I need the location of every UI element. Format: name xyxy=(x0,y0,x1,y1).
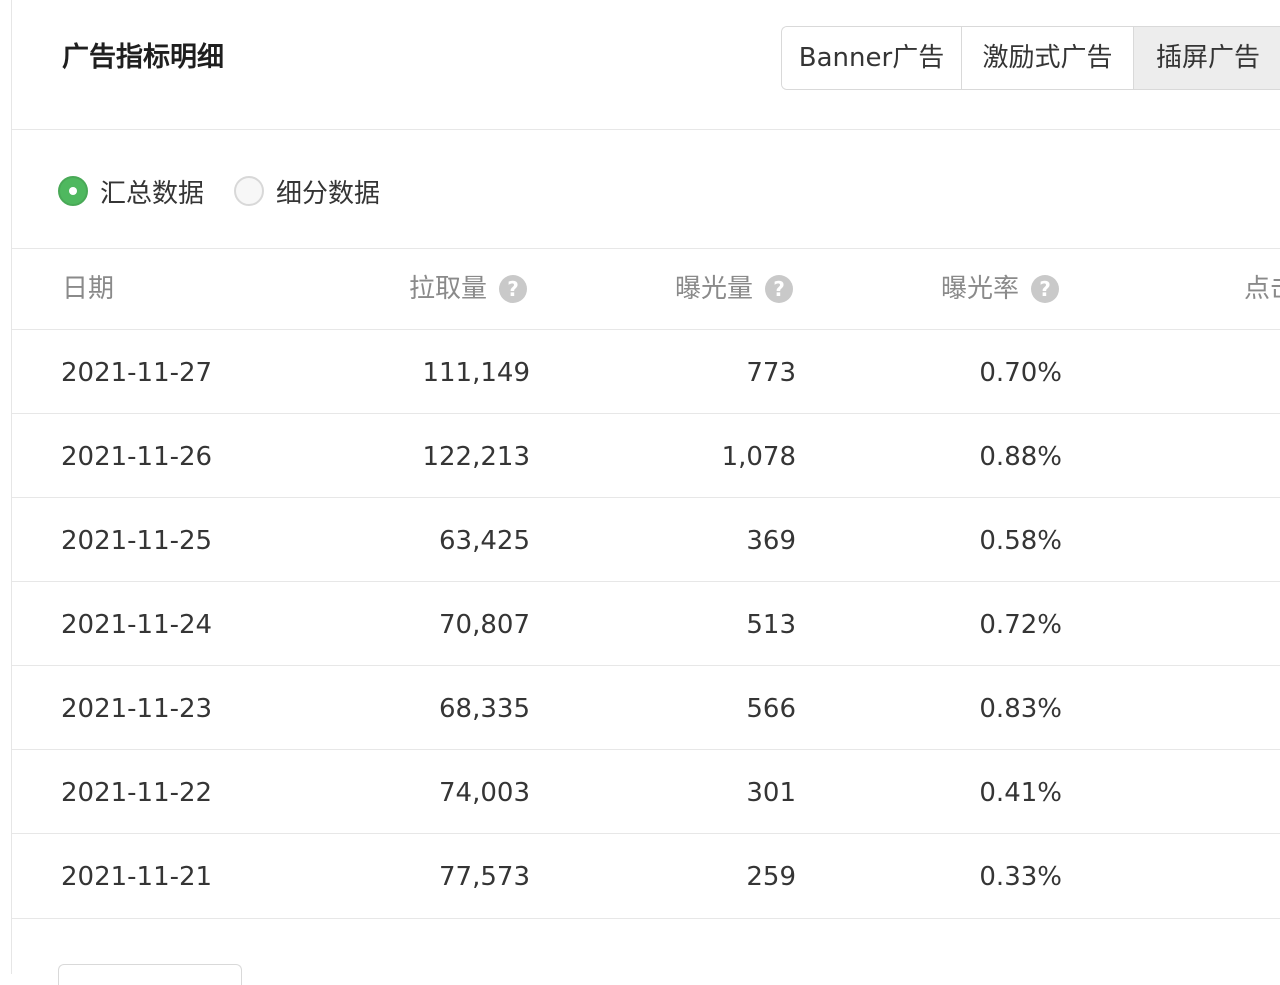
table-row: 2021-11-23 68,335 566 0.83% xyxy=(12,666,1280,750)
cell-date: 2021-11-26 xyxy=(61,442,213,472)
column-header-exposure: 曝光量 ? xyxy=(675,249,794,329)
help-icon[interactable]: ? xyxy=(765,275,794,303)
cell-exposure: 259 xyxy=(746,862,796,892)
cell-date: 2021-11-24 xyxy=(61,610,213,640)
cell-exposure-rate: 0.70% xyxy=(979,358,1062,388)
cell-exposure-rate: 0.83% xyxy=(979,694,1062,724)
radio-summary-data[interactable]: 汇总数据 xyxy=(58,174,205,209)
cell-date: 2021-11-21 xyxy=(61,862,213,892)
cell-exposure-rate: 0.72% xyxy=(979,610,1062,640)
cell-pull: 63,425 xyxy=(439,526,530,556)
radio-detailed-label: 细分数据 xyxy=(276,178,381,209)
column-header-label: 日期 xyxy=(62,274,115,304)
help-icon[interactable]: ? xyxy=(499,275,528,303)
radio-unchecked-icon[interactable] xyxy=(234,176,264,206)
cell-date: 2021-11-27 xyxy=(61,358,213,388)
column-header-exposure-rate: 曝光率 ? xyxy=(941,249,1060,329)
table-row: 2021-11-26 122,213 1,078 0.88% xyxy=(12,414,1280,498)
cell-pull: 77,573 xyxy=(439,862,530,892)
radio-checked-icon[interactable] xyxy=(58,176,88,206)
cell-exposure-rate: 0.58% xyxy=(979,526,1062,556)
cell-exposure: 369 xyxy=(746,526,796,556)
cell-pull: 70,807 xyxy=(439,610,530,640)
column-header-label: 点击 xyxy=(1244,274,1280,304)
pagination-control[interactable] xyxy=(58,964,242,985)
tab-banner-ad[interactable]: Banner广告 xyxy=(782,27,962,89)
cell-date: 2021-11-23 xyxy=(61,694,213,724)
table-row: 2021-11-21 77,573 259 0.33% xyxy=(12,834,1280,919)
table-header: 日期 拉取量 ? 曝光量 ? 曝光率 ? 点击 xyxy=(12,249,1280,330)
cell-exposure-rate: 0.88% xyxy=(979,442,1062,472)
ad-type-tabs: Banner广告 激励式广告 插屏广告 xyxy=(781,26,1280,90)
cell-pull: 111,149 xyxy=(422,358,530,388)
radio-summary-label: 汇总数据 xyxy=(100,178,205,209)
cell-exposure: 1,078 xyxy=(721,442,796,472)
cell-exposure: 513 xyxy=(746,610,796,640)
cell-exposure-rate: 0.33% xyxy=(979,862,1062,892)
cell-date: 2021-11-22 xyxy=(61,778,213,808)
table-row: 2021-11-24 70,807 513 0.72% xyxy=(12,582,1280,666)
radio-detailed-data[interactable]: 细分数据 xyxy=(234,174,381,209)
page-title: 广告指标明细 xyxy=(62,42,224,73)
column-header-date: 日期 xyxy=(62,249,114,329)
tab-interstitial-ad[interactable]: 插屏广告 xyxy=(1134,27,1280,89)
cell-date: 2021-11-25 xyxy=(61,526,213,556)
cell-exposure-rate: 0.41% xyxy=(979,778,1062,808)
help-icon[interactable]: ? xyxy=(1031,275,1060,303)
column-header-label: 拉取量 xyxy=(409,274,488,304)
column-header-pull: 拉取量 ? xyxy=(409,249,528,329)
panel-header: 广告指标明细 Banner广告 激励式广告 插屏广告 xyxy=(12,0,1280,130)
tab-rewarded-ad[interactable]: 激励式广告 xyxy=(962,27,1134,89)
cell-pull: 68,335 xyxy=(439,694,530,724)
column-header-clicks: 点击 xyxy=(1244,249,1280,329)
data-mode-filter: 汇总数据 细分数据 xyxy=(12,130,1280,249)
cell-exposure: 301 xyxy=(746,778,796,808)
cell-pull: 74,003 xyxy=(439,778,530,808)
cell-exposure: 566 xyxy=(746,694,796,724)
table-row: 2021-11-22 74,003 301 0.41% xyxy=(12,750,1280,834)
table-row: 2021-11-25 63,425 369 0.58% xyxy=(12,498,1280,582)
table-row: 2021-11-27 111,149 773 0.70% xyxy=(12,330,1280,414)
cell-pull: 122,213 xyxy=(422,442,530,472)
ad-metrics-panel: 广告指标明细 Banner广告 激励式广告 插屏广告 汇总数据 细分数据 日期 … xyxy=(11,0,1280,985)
column-header-label: 曝光率 xyxy=(941,274,1020,304)
column-header-label: 曝光量 xyxy=(675,274,754,304)
cell-exposure: 773 xyxy=(746,358,796,388)
